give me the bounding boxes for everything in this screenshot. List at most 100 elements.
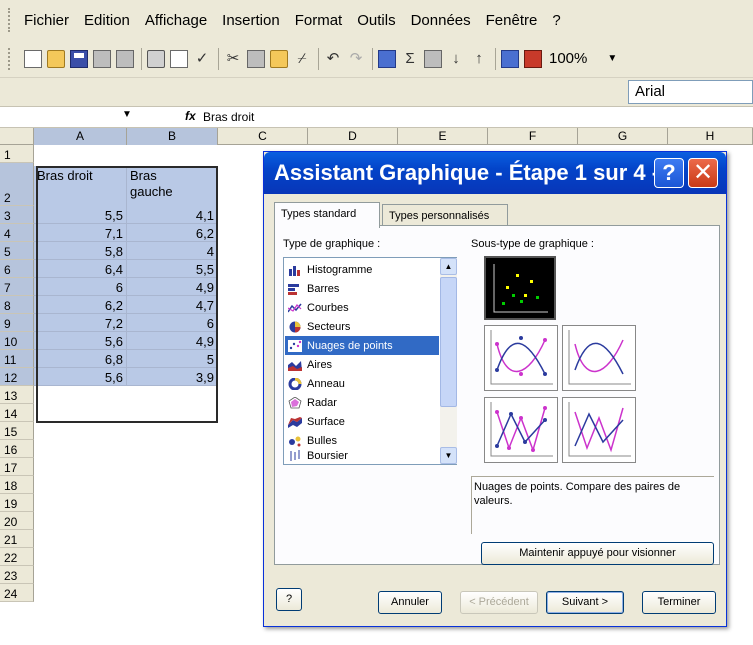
row-header-6[interactable]: 6 — [0, 260, 34, 278]
finish-button[interactable]: Terminer — [642, 591, 716, 614]
cell-a11[interactable]: 6,8 — [34, 350, 127, 368]
row-header-18[interactable]: 18 — [0, 476, 34, 494]
undo-icon[interactable]: ↶ — [324, 50, 342, 68]
tab-types-standard[interactable]: Types standard — [274, 202, 380, 228]
print-preview-icon[interactable] — [170, 49, 188, 68]
cell-a6[interactable]: 6,4 — [34, 260, 127, 278]
row-header-1[interactable]: 1 — [0, 145, 34, 163]
insert-function-icon[interactable] — [424, 49, 442, 68]
menu-insertion[interactable]: Insertion — [222, 12, 280, 29]
cell-b6[interactable]: 5,5 — [127, 260, 218, 278]
redo-icon[interactable]: ↷ — [347, 50, 365, 68]
menu-outils[interactable]: Outils — [357, 12, 395, 29]
column-header-e[interactable]: E — [398, 128, 488, 145]
new-document-icon[interactable] — [24, 49, 42, 68]
cell-b4[interactable]: 6,2 — [127, 224, 218, 242]
row-header-23[interactable]: 23 — [0, 566, 34, 584]
cell-a3[interactable]: 5,5 — [34, 206, 127, 224]
row-header-4[interactable]: 4 — [0, 224, 34, 242]
subtype-smoothed-lines[interactable] — [562, 325, 636, 391]
insert-function-fx-icon[interactable]: fx — [185, 109, 196, 123]
menu-format[interactable]: Format — [295, 12, 343, 29]
cell-a7[interactable]: 6 — [34, 278, 127, 296]
drawing-icon[interactable] — [524, 49, 542, 68]
hyperlink-icon[interactable] — [378, 49, 396, 68]
scroll-down-icon[interactable]: ▼ — [440, 447, 457, 464]
cell-a2[interactable]: Bras droit — [34, 166, 127, 209]
column-header-d[interactable]: D — [308, 128, 398, 145]
print-icon[interactable] — [147, 49, 165, 68]
scroll-thumb[interactable] — [440, 277, 457, 407]
column-header-c[interactable]: C — [218, 128, 308, 145]
menu-donnees[interactable]: Données — [411, 12, 471, 29]
row-header-15[interactable]: 15 — [0, 422, 34, 440]
list-item-boursier[interactable]: Boursier — [285, 450, 439, 464]
cell-a12[interactable]: 5,6 — [34, 368, 127, 386]
row-header-5[interactable]: 5 — [0, 242, 34, 260]
cell-b8[interactable]: 4,7 — [127, 296, 218, 314]
open-folder-icon[interactable] — [47, 49, 65, 68]
list-item-secteurs[interactable]: Secteurs — [285, 317, 439, 336]
row-header-12[interactable]: 12 — [0, 368, 34, 386]
list-item-histogramme[interactable]: Histogramme — [285, 260, 439, 279]
row-header-3[interactable]: 3 — [0, 206, 34, 224]
cell-a8[interactable]: 6,2 — [34, 296, 127, 314]
row-header-24[interactable]: 24 — [0, 584, 34, 602]
sort-ascending-icon[interactable]: ↓ — [447, 50, 465, 68]
cell-a10[interactable]: 5,6 — [34, 332, 127, 350]
close-button[interactable]: ✕ — [688, 158, 718, 188]
help-button[interactable]: ? — [654, 158, 684, 188]
cell-a4[interactable]: 7,1 — [34, 224, 127, 242]
dialog-titlebar[interactable]: Assistant Graphique - Étape 1 sur 4 - Ty… — [264, 152, 726, 194]
subtype-smoothed-lines-markers[interactable] — [484, 325, 558, 391]
email-icon[interactable] — [116, 49, 134, 68]
column-header-g[interactable]: G — [578, 128, 668, 145]
select-all-corner[interactable] — [0, 128, 34, 145]
menu-help[interactable]: ? — [552, 12, 560, 29]
menu-edition[interactable]: Edition — [84, 12, 130, 29]
cancel-button[interactable]: Annuler — [378, 591, 442, 614]
cell-a5[interactable]: 5,8 — [34, 242, 127, 260]
list-item-barres[interactable]: Barres — [285, 279, 439, 298]
menu-fichier[interactable]: Fichier — [24, 12, 69, 29]
preview-hold-button[interactable]: Maintenir appuyé pour visionner — [481, 542, 714, 565]
row-header-17[interactable]: 17 — [0, 458, 34, 476]
formula-content[interactable]: Bras droit — [203, 110, 254, 124]
zoom-value[interactable]: 100% — [549, 50, 587, 67]
cell-b9[interactable]: 6 — [127, 314, 218, 332]
row-header-20[interactable]: 20 — [0, 512, 34, 530]
subtype-straight-lines[interactable] — [562, 397, 636, 463]
autosum-icon[interactable]: Σ — [401, 50, 419, 68]
font-name-box[interactable]: Arial — [628, 80, 753, 104]
column-header-f[interactable]: F — [488, 128, 578, 145]
list-item-courbes[interactable]: Courbes — [285, 298, 439, 317]
subtype-straight-lines-markers[interactable] — [484, 397, 558, 463]
row-header-2[interactable]: 2 — [0, 163, 34, 206]
permission-icon[interactable] — [93, 49, 111, 68]
cell-b2[interactable]: Bras gauche — [127, 166, 218, 209]
row-header-10[interactable]: 10 — [0, 332, 34, 350]
row-header-9[interactable]: 9 — [0, 314, 34, 332]
cell-b11[interactable]: 5 — [127, 350, 218, 368]
zoom-dropdown-icon[interactable]: ▼ — [607, 53, 617, 64]
column-header-h[interactable]: H — [668, 128, 753, 145]
list-item-bulles[interactable]: Bulles — [285, 431, 439, 450]
subtype-scatter-points[interactable] — [484, 256, 556, 320]
spelling-icon[interactable]: ✓ — [193, 50, 211, 68]
save-icon[interactable] — [70, 49, 88, 68]
menu-affichage[interactable]: Affichage — [145, 12, 207, 29]
list-item-surface[interactable]: Surface — [285, 412, 439, 431]
tab-types-personnalises[interactable]: Types personnalisés — [382, 204, 508, 226]
list-item-anneau[interactable]: Anneau — [285, 374, 439, 393]
chart-type-list[interactable]: Histogramme Barres Courbes Secteurs Nuag… — [283, 257, 457, 465]
sort-descending-icon[interactable]: ↑ — [470, 50, 488, 68]
row-header-16[interactable]: 16 — [0, 440, 34, 458]
previous-button[interactable]: < Précédent — [460, 591, 538, 614]
cell-b10[interactable]: 4,9 — [127, 332, 218, 350]
format-painter-icon[interactable]: ⌿ — [293, 50, 311, 68]
cell-a9[interactable]: 7,2 — [34, 314, 127, 332]
name-box[interactable] — [0, 108, 132, 127]
list-scrollbar[interactable]: ▲ ▼ — [440, 258, 457, 464]
row-header-14[interactable]: 14 — [0, 404, 34, 422]
next-button[interactable]: Suivant > — [546, 591, 624, 614]
